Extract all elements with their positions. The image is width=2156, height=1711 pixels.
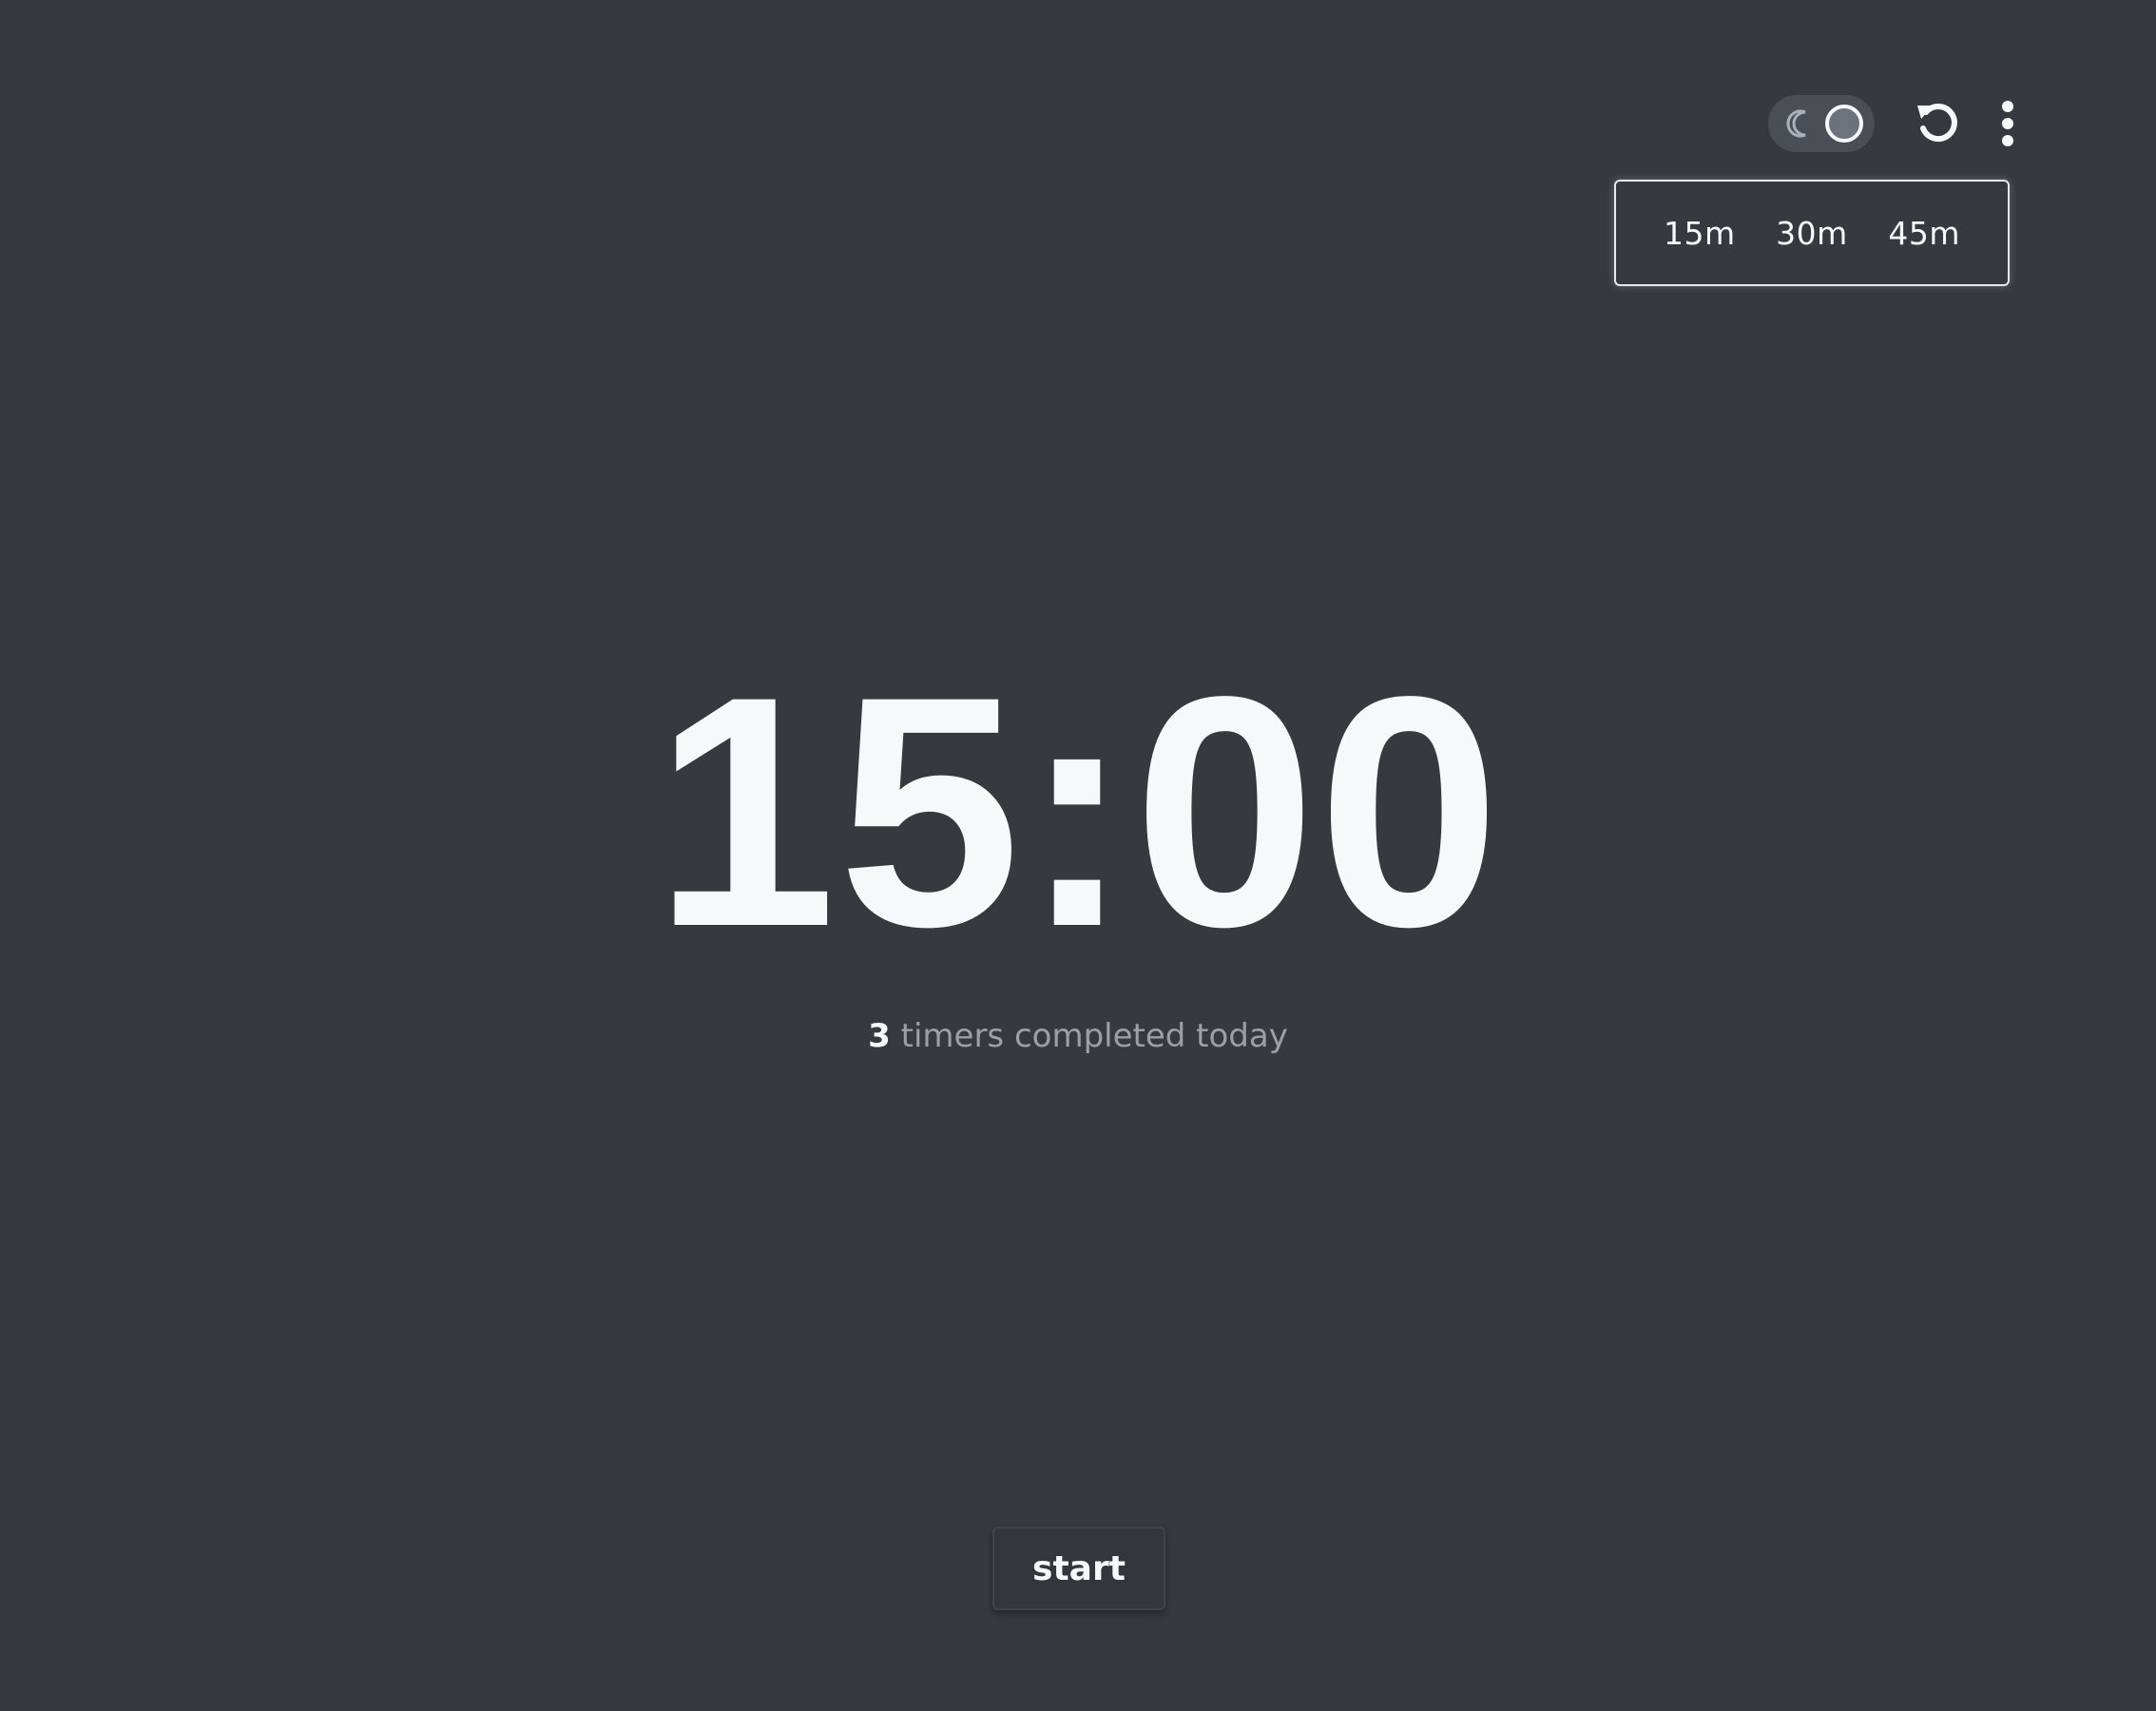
preset-45m[interactable]: 45m [1888,215,1960,252]
toggle-knob [1825,105,1863,143]
reset-button[interactable] [1913,99,1962,148]
more-menu-button[interactable] [1996,99,2019,148]
more-vertical-icon [2002,101,2013,112]
preset-30m[interactable]: 30m [1776,215,1848,252]
start-button[interactable]: start [992,1527,1165,1610]
top-controls [1768,95,2019,152]
completed-count: 3 [868,1017,891,1055]
completed-count-text: 3 timers completed today [0,1017,2156,1055]
preset-menu: 15m 30m 45m [1614,180,2010,286]
reset-icon [1917,104,1957,143]
timer-display: 15:00 [653,629,1503,995]
completed-label: timers completed today [890,1017,1288,1055]
theme-toggle[interactable] [1768,95,1875,152]
moon-icon [1786,109,1806,138]
preset-15m[interactable]: 15m [1664,215,1736,252]
